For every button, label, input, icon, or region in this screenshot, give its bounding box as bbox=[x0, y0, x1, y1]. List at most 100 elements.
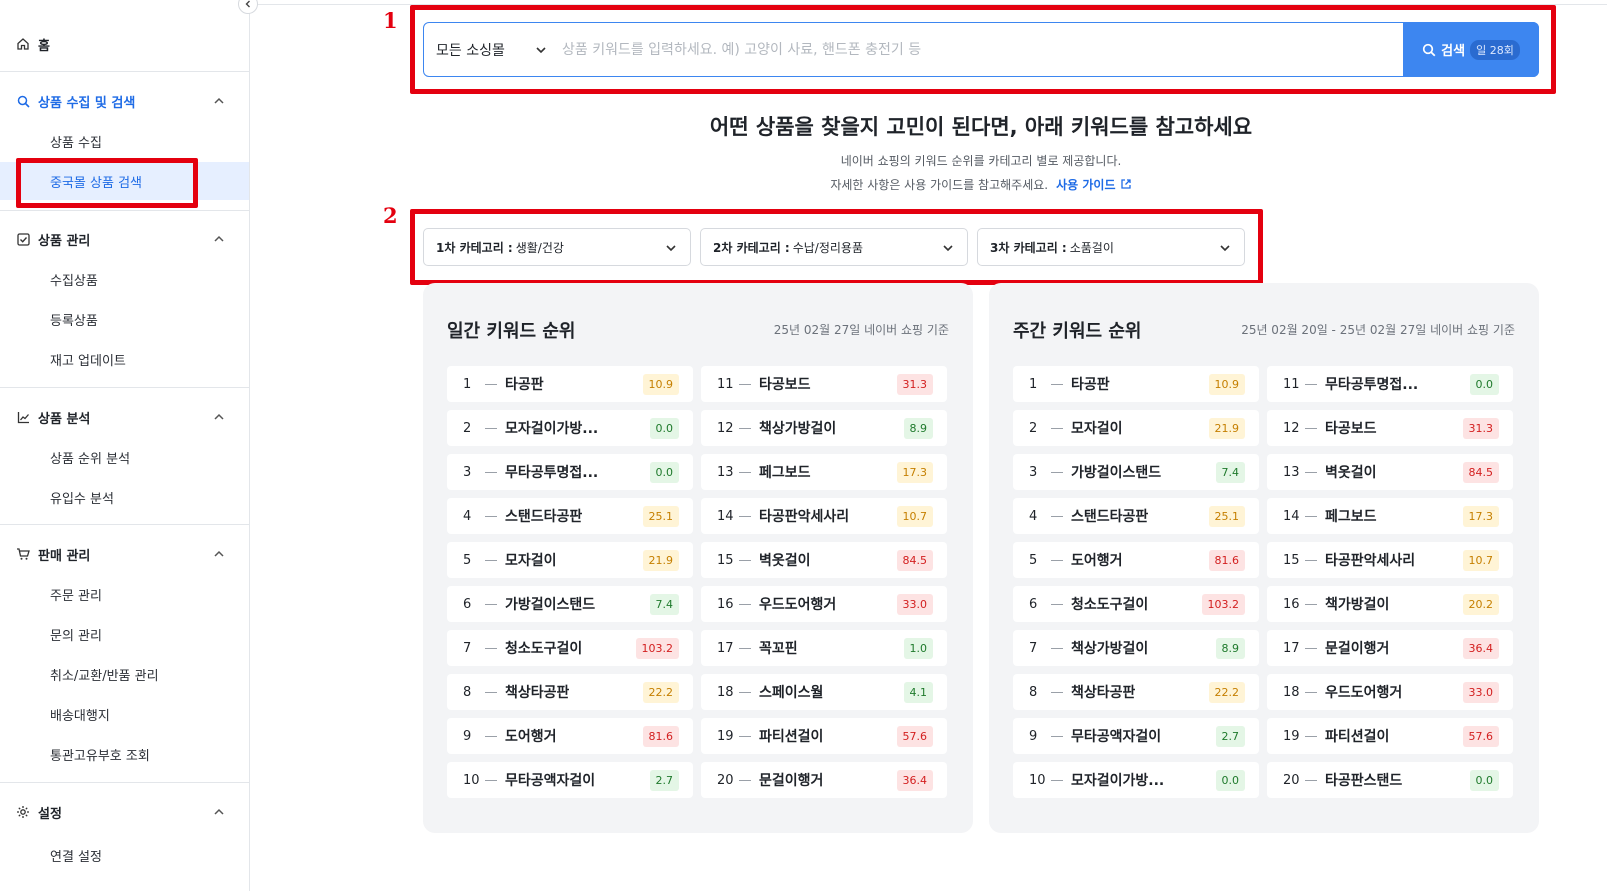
page-description-text: 자세한 사항은 사용 가이드를 참고해주세요. bbox=[830, 178, 1049, 192]
keyword-rank-row[interactable]: 1 타공판 10.9 bbox=[1013, 366, 1259, 402]
keyword-text: 벽옷걸이 bbox=[759, 553, 811, 569]
sidebar-item-return-management[interactable]: 취소/교환/반품 관리 bbox=[0, 655, 249, 693]
sidebar-section-product-analysis[interactable]: 상품 분석 bbox=[0, 402, 249, 432]
search-button[interactable]: 검색 일 28회 bbox=[1403, 22, 1539, 77]
keyword-rank-row[interactable]: 6 청소도구걸이 103.2 bbox=[1013, 586, 1259, 622]
keyword-rank-row[interactable]: 7 책상가방걸이 8.9 bbox=[1013, 630, 1259, 666]
keyword-rank-row[interactable]: 4 스탠드타공판 25.1 bbox=[447, 498, 693, 534]
rank-number: 5 bbox=[1029, 552, 1038, 568]
sidebar-section-product-collect-search[interactable]: 상품 수집 및 검색 bbox=[0, 86, 249, 116]
keyword-rank-row[interactable]: 13 벽옷걸이 84.5 bbox=[1267, 454, 1513, 490]
keyword-rank-row[interactable]: 15 벽옷걸이 84.5 bbox=[701, 542, 947, 578]
category-select-3[interactable]: 3차 카테고리 : 소품걸이 bbox=[977, 228, 1245, 266]
rank-number: 12 bbox=[717, 420, 734, 436]
keyword-rank-row[interactable]: 18 우드도어행거 33.0 bbox=[1267, 674, 1513, 710]
sidebar-collapse-button[interactable] bbox=[238, 0, 258, 14]
sidebar-section-product-management[interactable]: 상품 관리 bbox=[0, 224, 249, 254]
keyword-rank-row[interactable]: 3 가방걸이스탠드 7.4 bbox=[1013, 454, 1259, 490]
keyword-text: 벽옷걸이 bbox=[1325, 465, 1377, 481]
keyword-rank-row[interactable]: 17 꼭꼬핀 1.0 bbox=[701, 630, 947, 666]
sidebar-item-connection-settings[interactable]: 연결 설정 bbox=[0, 836, 249, 874]
keyword-rank-row[interactable]: 11 타공보드 31.3 bbox=[701, 366, 947, 402]
guide-link[interactable]: 사용 가이드 bbox=[1056, 178, 1132, 192]
sidebar-item-product-collect[interactable]: 상품 수집 bbox=[0, 122, 249, 160]
chevron-up-icon bbox=[214, 413, 224, 420]
keyword-rank-row[interactable]: 16 책가방걸이 20.2 bbox=[1267, 586, 1513, 622]
keyword-rank-row[interactable]: 20 타공판스탠드 0.0 bbox=[1267, 762, 1513, 798]
guide-link-label: 사용 가이드 bbox=[1056, 178, 1116, 192]
keyword-rank-row[interactable]: 10 무타공액자걸이 2.7 bbox=[447, 762, 693, 798]
keyword-text: 모자걸이 bbox=[505, 553, 557, 569]
keyword-rank-row[interactable]: 1 타공판 10.9 bbox=[447, 366, 693, 402]
keyword-rank-row[interactable]: 10 모자걸이가방... 0.0 bbox=[1013, 762, 1259, 798]
rank-change-dash-icon bbox=[1305, 691, 1317, 693]
sidebar-item-label: 상품 수집 bbox=[50, 135, 102, 151]
category-value: 생활/건강 bbox=[515, 240, 564, 255]
rank-change-dash-icon bbox=[485, 691, 497, 693]
search-input[interactable] bbox=[554, 23, 1403, 76]
sidebar-item-shipping-agent[interactable]: 배송대행지 bbox=[0, 695, 249, 733]
keyword-rank-row[interactable]: 9 무타공액자걸이 2.7 bbox=[1013, 718, 1259, 754]
competition-badge: 17.3 bbox=[896, 462, 933, 483]
sidebar-section-label: 설정 bbox=[38, 806, 62, 822]
keyword-rank-row[interactable]: 2 모자걸이 21.9 bbox=[1013, 410, 1259, 446]
rank-change-dash-icon bbox=[485, 471, 497, 473]
keyword-rank-row[interactable]: 18 스페이스월 4.1 bbox=[701, 674, 947, 710]
keyword-rank-row[interactable]: 2 모자걸이가방... 0.0 bbox=[447, 410, 693, 446]
competition-badge: 103.2 bbox=[1201, 594, 1245, 615]
category-select-2[interactable]: 2차 카테고리 : 수납/정리용품 bbox=[700, 228, 968, 266]
keyword-rank-row[interactable]: 20 문걸이행거 36.4 bbox=[701, 762, 947, 798]
sidebar-item-registered-products[interactable]: 등록상품 bbox=[0, 300, 249, 338]
keyword-rank-row[interactable]: 15 타공판악세사리 10.7 bbox=[1267, 542, 1513, 578]
keyword-rank-row[interactable]: 6 가방걸이스탠드 7.4 bbox=[447, 586, 693, 622]
keyword-rank-row[interactable]: 11 무타공투명접... 0.0 bbox=[1267, 366, 1513, 402]
keyword-rank-row[interactable]: 8 책상타공판 22.2 bbox=[1013, 674, 1259, 710]
keyword-text: 페그보드 bbox=[759, 465, 811, 481]
competition-badge: 0.0 bbox=[649, 462, 679, 483]
mall-select-value: 모든 소싱몰 bbox=[436, 42, 505, 59]
keyword-rank-row[interactable]: 8 책상타공판 22.2 bbox=[447, 674, 693, 710]
sidebar-item-china-mall-search[interactable]: 중국몰 상품 검색 bbox=[0, 162, 249, 200]
keyword-rank-row[interactable]: 19 파티션걸이 57.6 bbox=[701, 718, 947, 754]
rank-change-dash-icon bbox=[1051, 427, 1063, 429]
sidebar-item-label: 등록상품 bbox=[50, 313, 98, 329]
keyword-rank-row[interactable]: 5 도어행거 81.6 bbox=[1013, 542, 1259, 578]
keyword-rank-row[interactable]: 16 우드도어행거 33.0 bbox=[701, 586, 947, 622]
sidebar-item-inquiry-management[interactable]: 문의 관리 bbox=[0, 615, 249, 653]
keyword-rank-row[interactable]: 5 모자걸이 21.9 bbox=[447, 542, 693, 578]
sidebar-item-home[interactable]: 홈 bbox=[0, 24, 249, 64]
sidebar-section-sales-management[interactable]: 판매 관리 bbox=[0, 539, 249, 569]
keyword-rank-row[interactable]: 4 스탠드타공판 25.1 bbox=[1013, 498, 1259, 534]
rank-change-dash-icon bbox=[1305, 735, 1317, 737]
rank-number: 18 bbox=[717, 684, 734, 700]
competition-badge: 21.9 bbox=[1208, 418, 1245, 439]
rank-change-dash-icon bbox=[485, 647, 497, 649]
keyword-rank-row[interactable]: 14 페그보드 17.3 bbox=[1267, 498, 1513, 534]
keyword-text: 무타공투명접... bbox=[1325, 377, 1419, 393]
keyword-rank-row[interactable]: 19 파티션걸이 57.6 bbox=[1267, 718, 1513, 754]
sidebar-item-stock-update[interactable]: 재고 업데이트 bbox=[0, 340, 249, 378]
keyword-rank-row[interactable]: 17 문걸이행거 36.4 bbox=[1267, 630, 1513, 666]
sidebar-item-customs-code[interactable]: 통관고유부호 조회 bbox=[0, 735, 249, 773]
sidebar-section-label: 판매 관리 bbox=[38, 548, 91, 564]
sidebar-item-rank-analysis[interactable]: 상품 순위 분석 bbox=[0, 438, 249, 476]
sidebar-item-inflow-analysis[interactable]: 유입수 분석 bbox=[0, 478, 249, 516]
keyword-text: 타공판 bbox=[505, 377, 544, 393]
keyword-rank-row[interactable]: 9 도어행거 81.6 bbox=[447, 718, 693, 754]
sidebar-item-collected-products[interactable]: 수집상품 bbox=[0, 260, 249, 298]
rank-number: 17 bbox=[717, 640, 734, 656]
keyword-rank-row[interactable]: 13 페그보드 17.3 bbox=[701, 454, 947, 490]
sidebar-section-settings[interactable]: 설정 bbox=[0, 797, 249, 827]
keyword-rank-row[interactable]: 7 청소도구걸이 103.2 bbox=[447, 630, 693, 666]
sidebar-item-order-management[interactable]: 주문 관리 bbox=[0, 575, 249, 613]
keyword-rank-row[interactable]: 12 책상가방걸이 8.9 bbox=[701, 410, 947, 446]
rank-number: 11 bbox=[717, 376, 734, 392]
rank-number: 4 bbox=[463, 508, 472, 524]
keyword-rank-row[interactable]: 12 타공보드 31.3 bbox=[1267, 410, 1513, 446]
keyword-rank-row[interactable]: 3 무타공투명접... 0.0 bbox=[447, 454, 693, 490]
chevron-down-icon bbox=[536, 47, 546, 54]
external-link-icon bbox=[1121, 179, 1131, 189]
category-select-1[interactable]: 1차 카테고리 : 생활/건강 bbox=[423, 228, 691, 266]
mall-select-dropdown[interactable]: 모든 소싱몰 bbox=[424, 23, 554, 76]
keyword-rank-row[interactable]: 14 타공판악세사리 10.7 bbox=[701, 498, 947, 534]
